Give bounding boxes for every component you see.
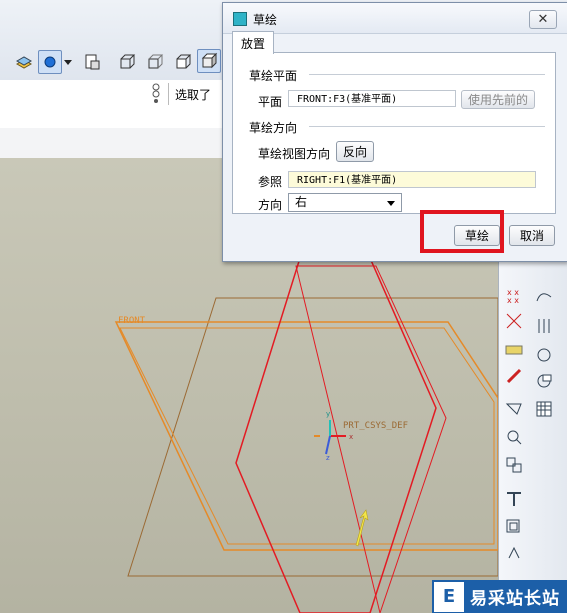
sketch-app-icon <box>233 12 247 26</box>
close-icon: ✕ <box>537 12 549 27</box>
right-datum-plane-edge <box>295 265 447 613</box>
no-hidden-icon[interactable] <box>171 50 195 74</box>
status-strip <box>0 128 223 158</box>
svg-text:x x: x x <box>507 296 519 305</box>
dimension-icon[interactable] <box>503 398 525 420</box>
ruler-icon[interactable] <box>503 338 525 360</box>
close-button[interactable]: ✕ <box>529 10 557 29</box>
wireframe-icon[interactable] <box>115 50 139 74</box>
rotate-icon[interactable] <box>503 542 525 564</box>
chevron-down-icon <box>387 201 395 206</box>
view-direction-label: 草绘视图方向 <box>258 147 331 161</box>
direction-label: 方向 <box>258 198 283 212</box>
saved-views-icon[interactable] <box>80 50 104 74</box>
tab-placement[interactable]: 放置 <box>232 31 274 54</box>
sketch-plane-group-title: 草绘平面 <box>249 69 298 83</box>
selection-status: 选取了 <box>150 80 230 108</box>
direction-select[interactable]: 右 <box>288 193 402 212</box>
sketch-dialog: 草绘 ✕ 放置 草绘平面 平面 FRONT:F3(基准平面) 使用先前的 草绘方… <box>222 2 567 262</box>
arc-icon[interactable] <box>533 370 555 392</box>
layers-icon[interactable] <box>12 51 36 75</box>
csys-z-label: z <box>326 454 330 462</box>
flip-button[interactable]: 反向 <box>336 141 374 162</box>
display-style-icon[interactable] <box>38 50 62 74</box>
plane-field[interactable]: FRONT:F3(基准平面) <box>288 90 456 107</box>
divider <box>168 83 169 105</box>
placement-panel: 草绘平面 平面 FRONT:F3(基准平面) 使用先前的 草绘方向 草绘视图方向… <box>232 52 556 214</box>
divider <box>309 126 545 127</box>
plane-label: 平面 <box>258 95 283 109</box>
orientation-group-title: 草绘方向 <box>249 121 298 135</box>
csys-label: PRT_CSYS_DEF <box>343 421 409 431</box>
dialog-title-bar[interactable]: 草绘 ✕ <box>223 3 567 34</box>
csys-y-label: y <box>326 410 331 418</box>
spline-icon[interactable] <box>533 285 555 307</box>
cancel-button[interactable]: 取消 <box>509 225 555 246</box>
datum-plane-outline-back <box>127 297 498 577</box>
divider <box>309 74 545 75</box>
reference-label: 参照 <box>258 175 283 189</box>
reference-field[interactable]: RIGHT:F1(基准平面) <box>288 171 536 188</box>
dialog-title: 草绘 <box>253 13 278 27</box>
selection-label: 选取了 <box>175 87 212 102</box>
circle-icon[interactable] <box>533 344 555 366</box>
watermark-text: 易采站长站 <box>470 589 560 609</box>
search-icon[interactable] <box>503 426 525 448</box>
constraint-icon[interactable] <box>503 454 525 476</box>
copy-icon[interactable] <box>503 516 525 538</box>
shading-icon[interactable] <box>197 49 221 73</box>
chevron-down-icon[interactable] <box>62 51 74 75</box>
highlight-box <box>420 210 504 253</box>
front-datum-plane <box>114 321 498 551</box>
grid-icon[interactable] <box>533 398 555 420</box>
front-plane-label: FRONT <box>118 316 146 326</box>
axis-icon[interactable] <box>503 310 525 332</box>
watermark-logo: E <box>434 581 464 612</box>
front-datum-plane-inner <box>119 327 495 545</box>
hidden-line-icon[interactable] <box>143 50 167 74</box>
direction-value: 右 <box>295 195 308 209</box>
trim-icon[interactable] <box>503 488 525 510</box>
use-previous-button[interactable]: 使用先前的 <box>461 90 535 109</box>
chain-icon[interactable] <box>503 365 525 387</box>
mirror-icon[interactable] <box>533 315 555 337</box>
csys-z-axis <box>325 435 331 455</box>
selection-filter-icon[interactable] <box>150 82 162 107</box>
csys-x-label: x <box>349 433 354 441</box>
point-icon[interactable]: x xx x <box>503 285 525 307</box>
watermark: E 易采站长站 <box>432 580 567 613</box>
